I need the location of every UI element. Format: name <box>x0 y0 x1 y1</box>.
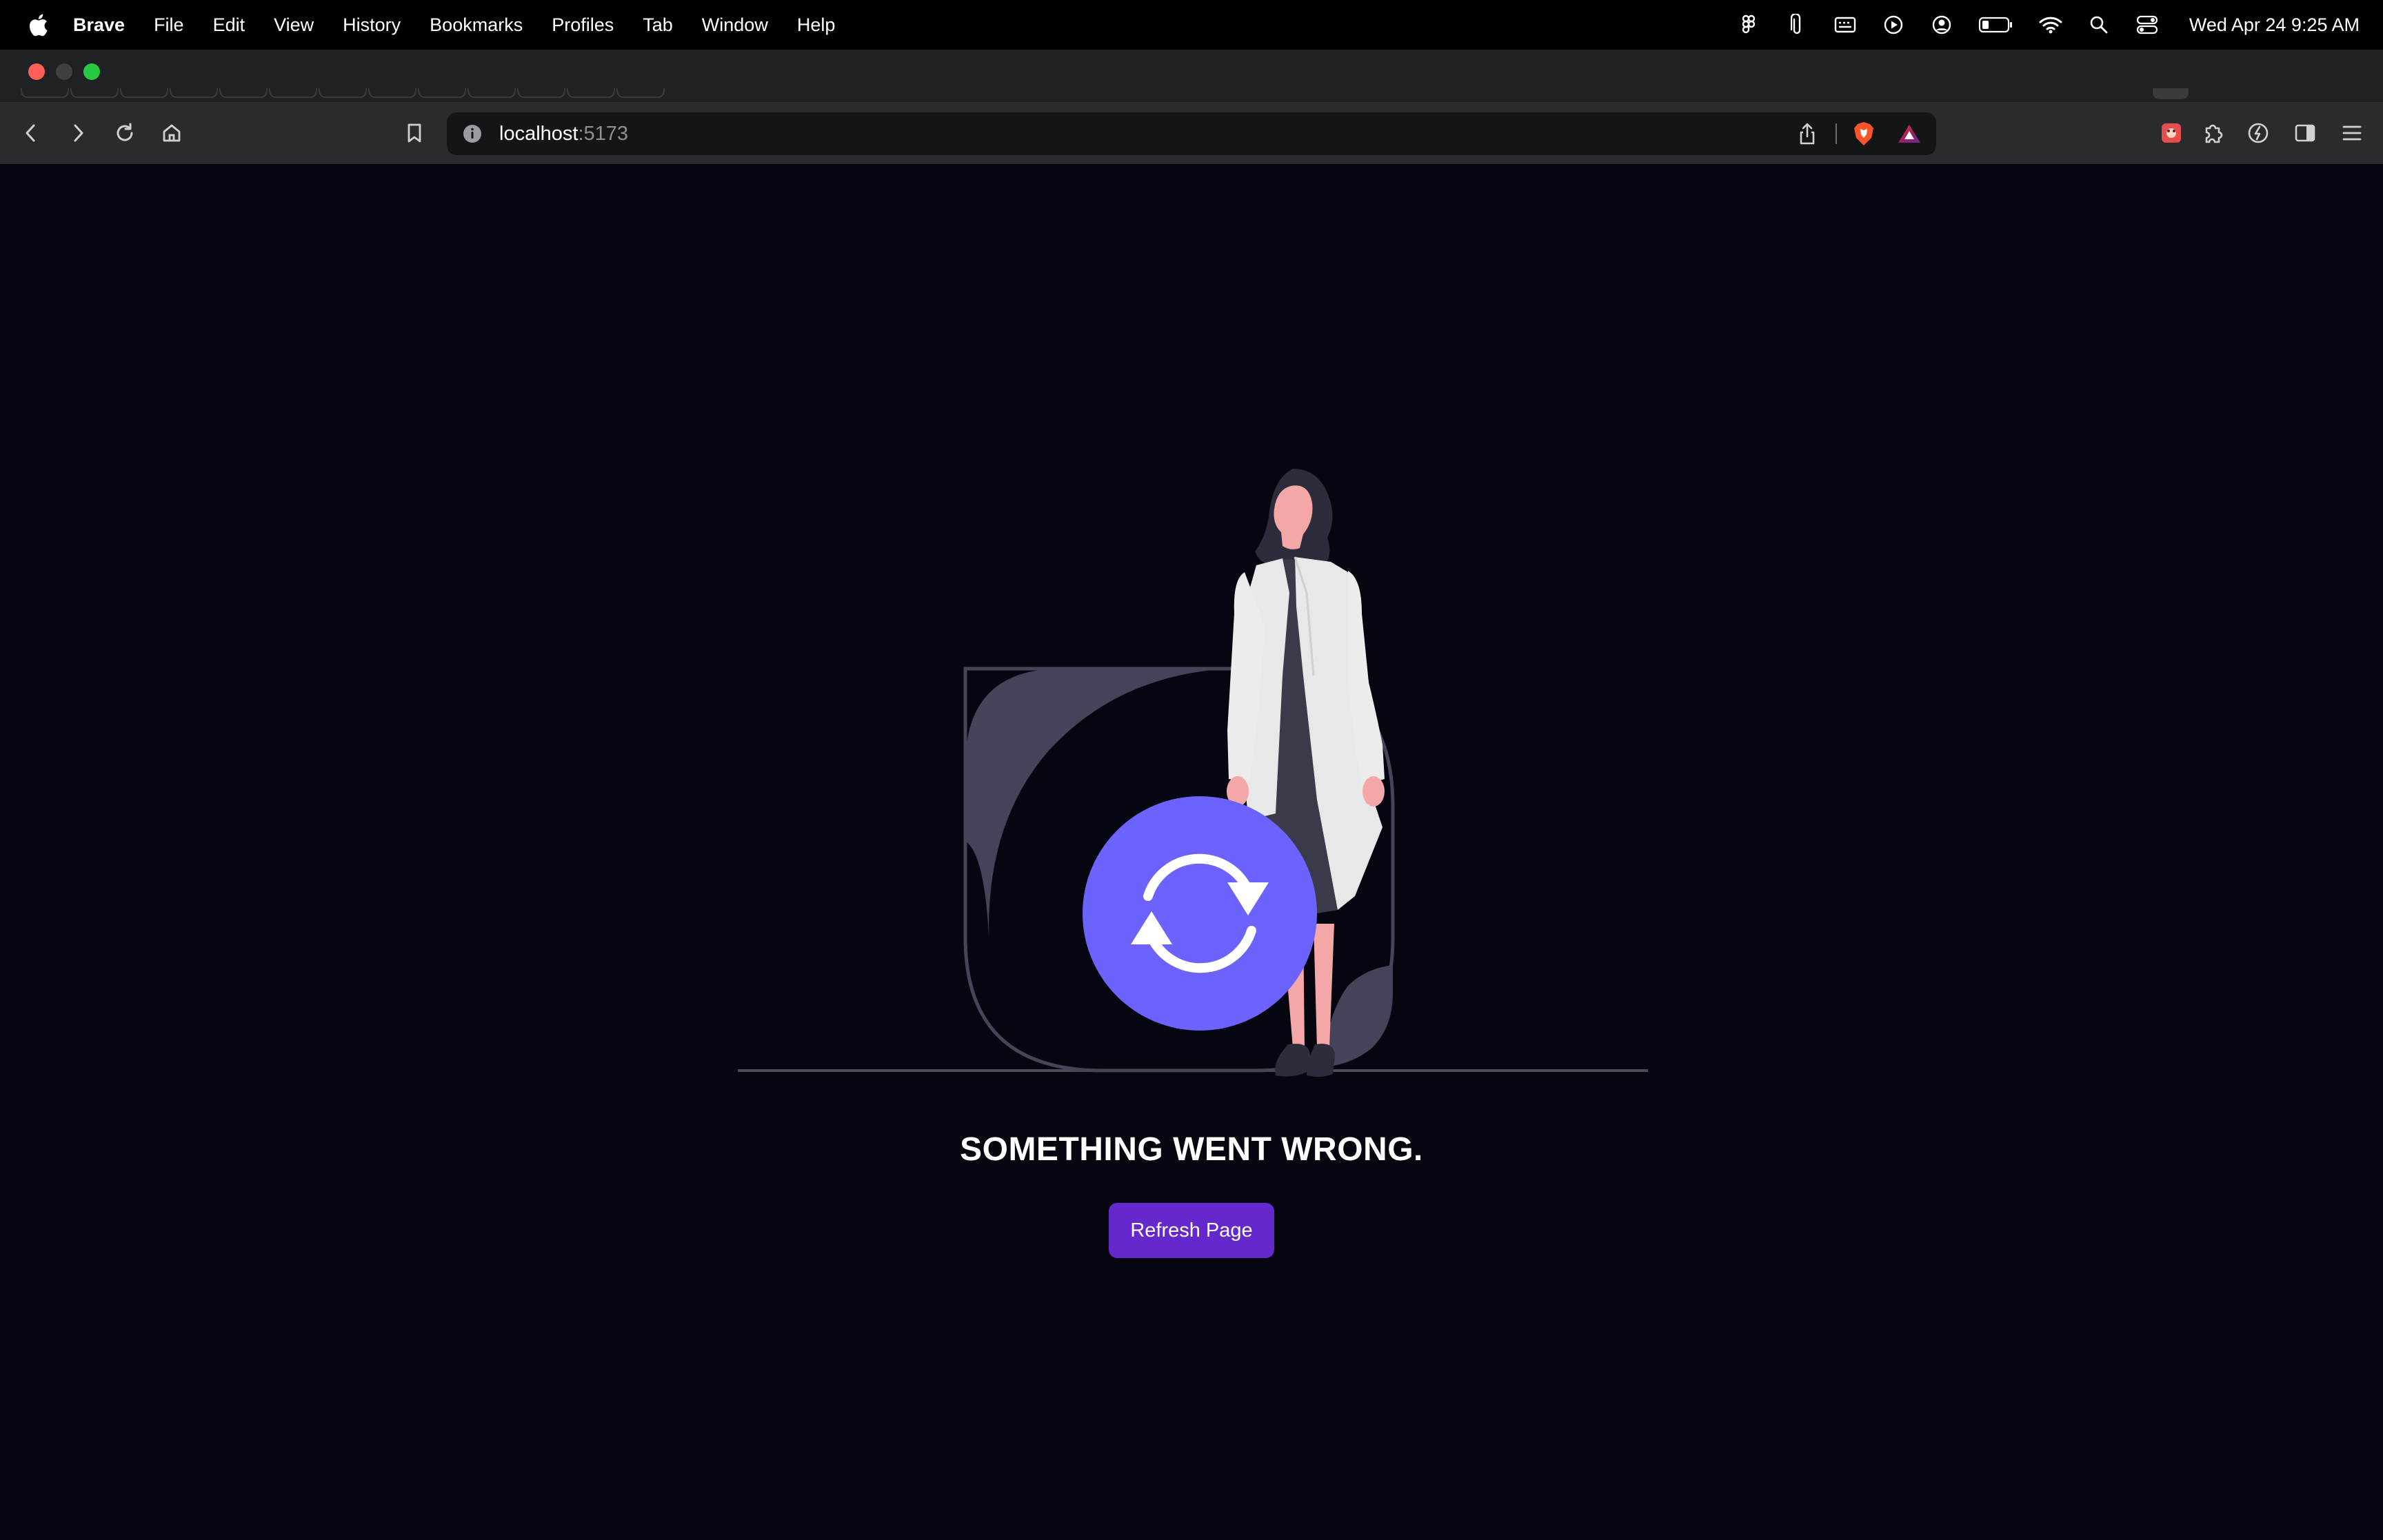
left-shoe <box>1275 1044 1310 1077</box>
url-port: :5173 <box>578 123 629 145</box>
tab[interactable] <box>368 88 416 98</box>
menu-bookmarks[interactable]: Bookmarks <box>430 14 523 36</box>
tab[interactable] <box>269 88 317 98</box>
share-icon[interactable] <box>1794 121 1820 147</box>
paperclip-icon[interactable] <box>1785 13 1809 37</box>
tab[interactable] <box>219 88 268 98</box>
extension-icon[interactable] <box>2155 117 2187 149</box>
brave-rewards-icon[interactable] <box>1895 119 1924 148</box>
menu-file[interactable]: File <box>154 14 184 36</box>
window-maximize-button[interactable] <box>83 63 100 80</box>
figma-icon[interactable] <box>1737 13 1760 37</box>
url-text[interactable]: localhost:5173 <box>499 122 628 145</box>
site-info-icon[interactable] <box>461 122 484 145</box>
error-title: SOMETHING WENT WRONG. <box>960 1131 1423 1168</box>
menu-app-name[interactable]: Brave <box>73 14 125 36</box>
window-minimize-button[interactable] <box>56 63 72 80</box>
play-icon[interactable] <box>1882 13 1905 37</box>
menu-icon[interactable] <box>2336 117 2368 149</box>
menu-tab[interactable]: Tab <box>643 14 673 36</box>
error-illustration <box>738 469 1648 1077</box>
refresh-circle <box>1083 796 1317 1031</box>
bookmark-icon[interactable] <box>399 117 430 149</box>
tab[interactable] <box>319 88 367 98</box>
user-circle-icon[interactable] <box>1930 13 1953 37</box>
status-area: Wed Apr 24 9:25 AM <box>1737 0 2360 50</box>
menu-bar: Brave File Edit View History Bookmarks P… <box>0 0 2383 50</box>
tab[interactable] <box>467 88 516 98</box>
wifi-icon[interactable] <box>2039 13 2062 37</box>
menu-profiles[interactable]: Profiles <box>552 14 614 36</box>
active-tab[interactable] <box>2153 88 2189 99</box>
apple-icon[interactable] <box>26 11 50 39</box>
menu-help[interactable]: Help <box>797 14 836 36</box>
url-host: localhost <box>499 123 579 145</box>
address-bar[interactable]: localhost:5173 <box>447 112 1936 155</box>
right-shoe <box>1307 1044 1335 1077</box>
back-icon[interactable] <box>15 117 47 149</box>
brave-shields-icon[interactable] <box>1849 119 1878 148</box>
forward-icon[interactable] <box>62 117 94 149</box>
menu-edit[interactable]: Edit <box>213 14 245 36</box>
battery-icon[interactable] <box>1978 13 2014 37</box>
tab[interactable] <box>120 88 168 98</box>
tab[interactable] <box>567 88 615 98</box>
tab[interactable] <box>517 88 565 98</box>
address-bar-divider <box>1836 123 1837 144</box>
tab-strip <box>21 88 2227 99</box>
tab[interactable] <box>616 88 665 98</box>
menubar-clock[interactable]: Wed Apr 24 9:25 AM <box>2189 14 2360 36</box>
window-close-button[interactable] <box>28 63 45 80</box>
right-hand <box>1363 776 1385 807</box>
spotlight-search-icon[interactable] <box>2087 13 2111 37</box>
home-icon[interactable] <box>156 117 188 149</box>
puzzle-extensions-icon[interactable] <box>2197 117 2229 149</box>
leo-ai-icon[interactable] <box>2242 117 2274 149</box>
tab[interactable] <box>70 88 119 98</box>
control-center-icon[interactable] <box>2135 13 2159 37</box>
menu-history[interactable]: History <box>343 14 401 36</box>
tab[interactable] <box>170 88 218 98</box>
reload-icon[interactable] <box>109 117 141 149</box>
sidebar-toggle-icon[interactable] <box>2289 117 2321 149</box>
menu-window[interactable]: Window <box>702 14 768 36</box>
keyboard-icon[interactable] <box>1833 13 1857 37</box>
menu-view[interactable]: View <box>274 14 314 36</box>
tab[interactable] <box>418 88 466 98</box>
refresh-page-button[interactable]: Refresh Page <box>1109 1203 1274 1258</box>
tab[interactable] <box>21 88 69 98</box>
